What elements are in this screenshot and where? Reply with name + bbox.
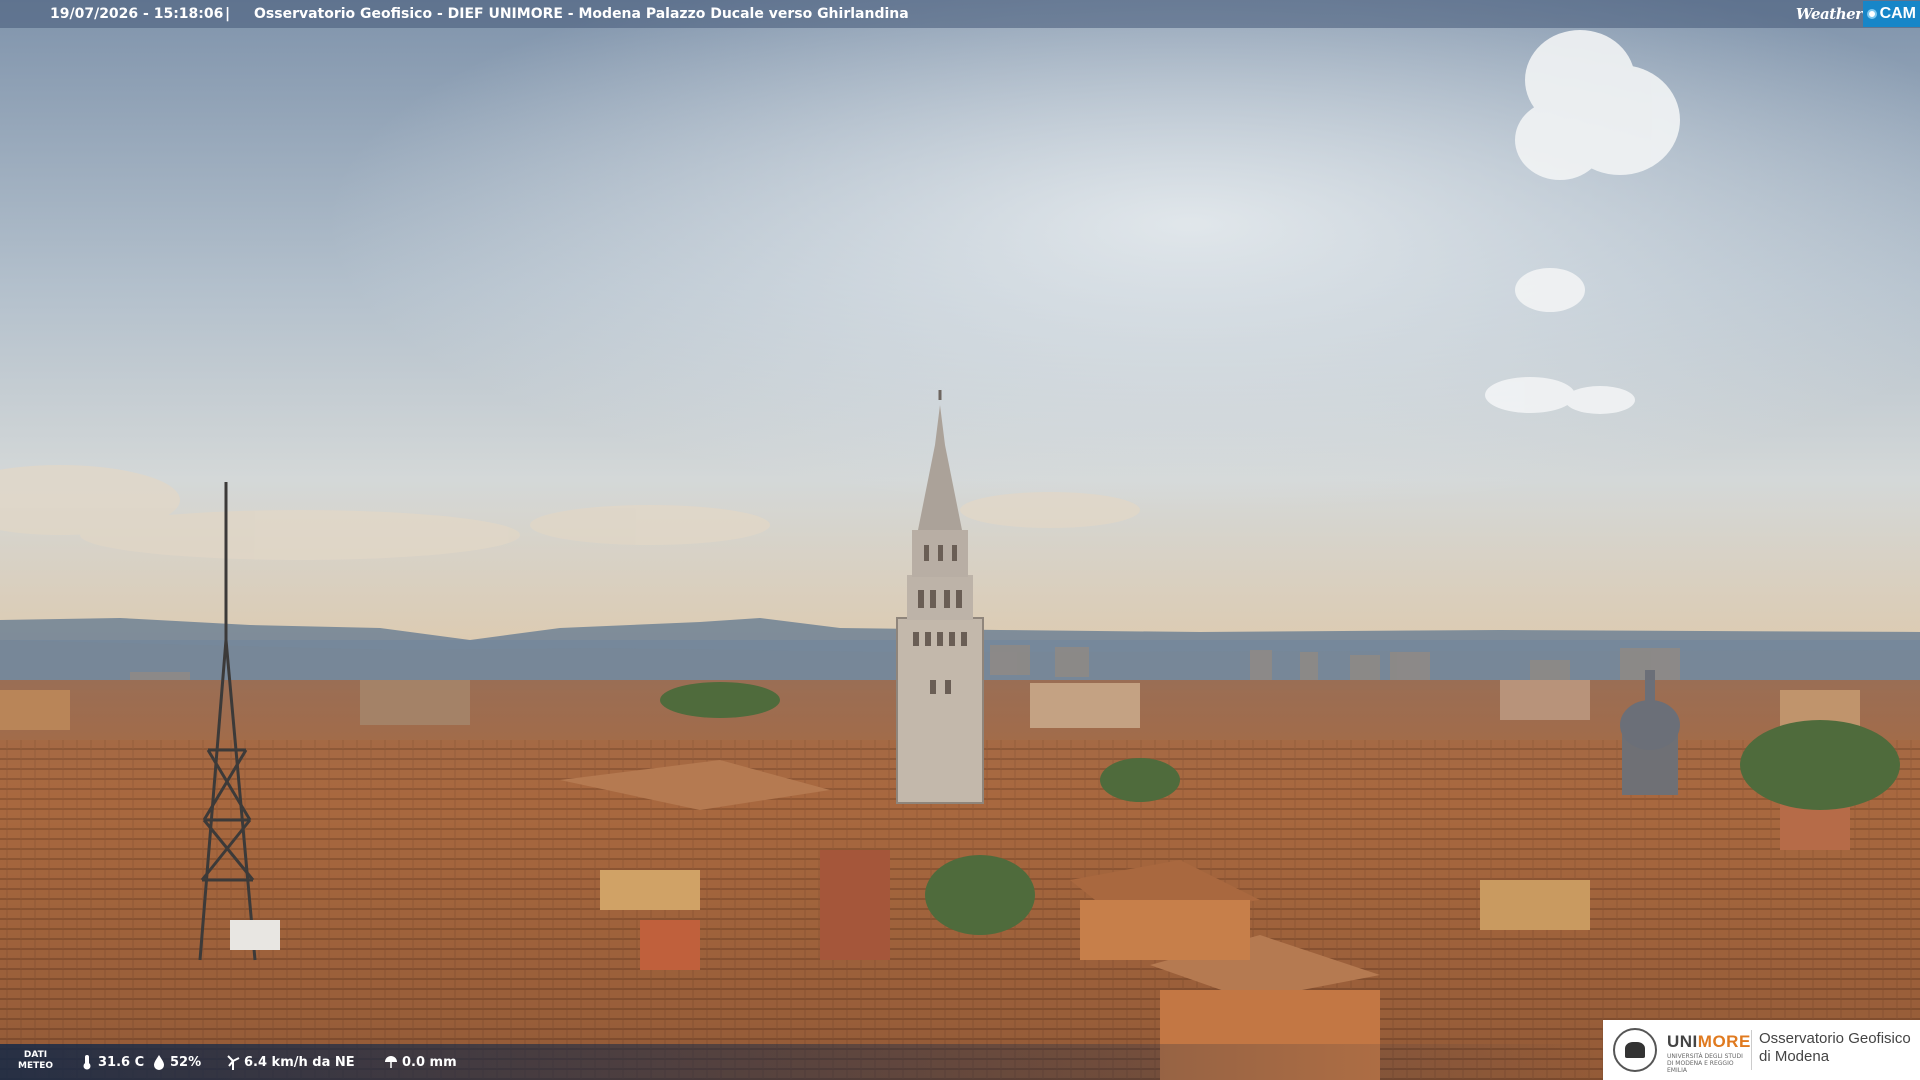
temperature-value: 31.6 C	[98, 1054, 145, 1070]
unimore-observatory-logo[interactable]: UNIMORE UNIVERSITÀ DEGLI STUDI DI MODENA…	[1603, 1020, 1920, 1080]
top-info-bar: 19/07/2026 - 15:18:06 | Osservatorio Geo…	[0, 0, 1920, 28]
unimore-subtitle: UNIVERSITÀ DEGLI STUDI DI MODENA E REGGI…	[1667, 1053, 1743, 1074]
unimore-wordmark: UNIMORE	[1667, 1032, 1751, 1051]
timestamp: 19/07/2026 - 15:18:06	[50, 6, 224, 22]
weathercam-logo[interactable]: Weather CAM	[1796, 0, 1920, 28]
rain-reading: 0.0 mm	[384, 1054, 457, 1070]
university-seal-icon	[1613, 1028, 1657, 1072]
separator: |	[225, 6, 231, 22]
weather-data-bar: DATI METEO 31.6 C 52% 6.4 km/h da NE 0.0…	[0, 1044, 1600, 1080]
brand-weather-text: Weather	[1795, 5, 1863, 23]
webcam-image	[0, 0, 1920, 1080]
umbrella-icon	[385, 1056, 397, 1068]
wind-turbine-icon	[227, 1055, 240, 1070]
logo-divider	[1751, 1030, 1752, 1070]
observatory-name: Osservatorio Geofisico di Modena	[1759, 1030, 1911, 1065]
temperature-reading: 31.6 C	[80, 1054, 144, 1070]
humidity-reading: 52%	[152, 1054, 201, 1070]
humidity-value: 52%	[170, 1054, 202, 1070]
wind-reading: 6.4 km/h da NE	[226, 1054, 355, 1070]
camera-lens-icon	[1866, 9, 1877, 19]
camera-title: Osservatorio Geofisico - DIEF UNIMORE - …	[254, 6, 909, 22]
weather-data-label: DATI METEO	[18, 1050, 54, 1071]
rain-value: 0.0 mm	[402, 1054, 457, 1070]
humidity-drop-icon	[154, 1055, 164, 1070]
wind-value: 6.4 km/h da NE	[244, 1054, 355, 1070]
brand-cam-badge: CAM	[1862, 1, 1920, 27]
thermometer-icon	[83, 1055, 91, 1070]
brand-cam-text: CAM	[1879, 5, 1916, 22]
